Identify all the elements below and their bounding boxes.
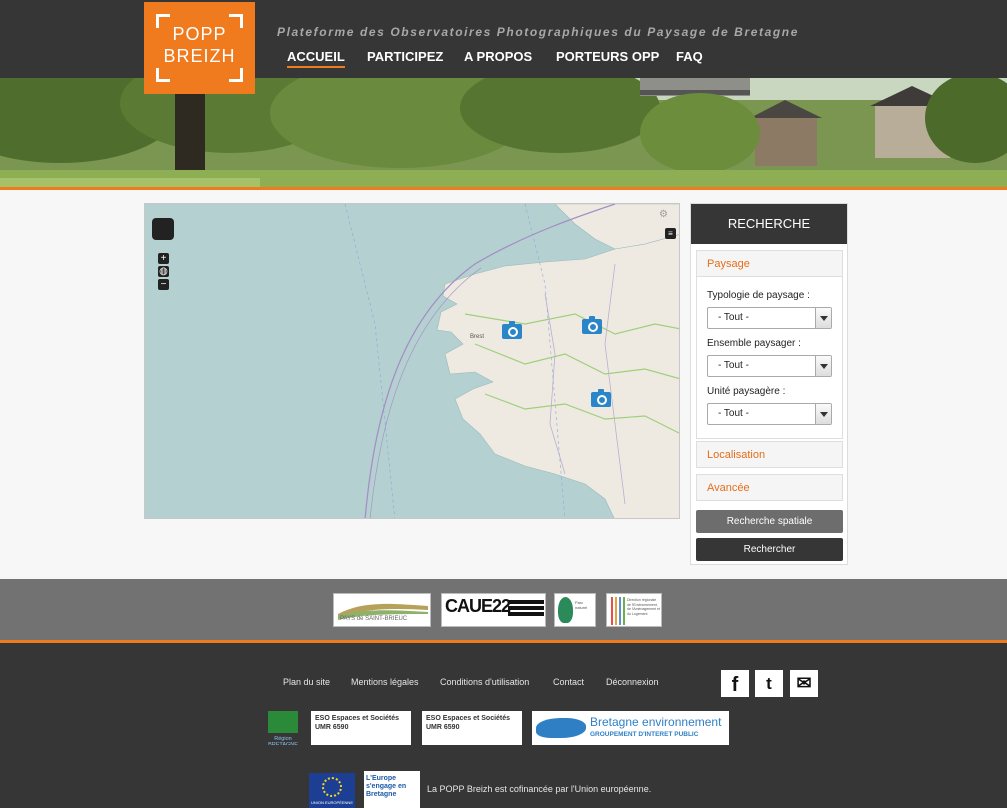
eu-stars-icon — [322, 777, 342, 797]
site-header: POPP BREIZH Plateforme des Observatoires… — [0, 0, 1007, 94]
dreal-emblem — [611, 597, 625, 625]
caue22-logo[interactable]: CAUE22 — [441, 593, 546, 627]
search-button[interactable]: Rechercher — [696, 538, 843, 561]
region-bretagne-text: Région BRETAGNE — [268, 736, 298, 745]
chevron-down-icon — [815, 404, 831, 424]
accordion-avancee[interactable]: Avancée — [696, 474, 843, 501]
photo-marker[interactable] — [591, 389, 611, 407]
site-tagline: Plateforme des Observatoires Photographi… — [277, 25, 799, 39]
caue22-text: CAUE22 — [445, 596, 511, 616]
logo-corner — [229, 68, 243, 82]
facebook-icon[interactable]: f — [721, 670, 749, 697]
eu-flag-logo[interactable]: UNION EUROPÉENNE — [309, 773, 355, 808]
eso-logo-1[interactable]: ESO Espaces et Sociétés UMR 6590 — [311, 711, 411, 745]
pays-saint-brieuc-logo[interactable]: PAYS de SAINT-BRIEUC — [333, 593, 431, 627]
spatial-search-button[interactable]: Recherche spatiale — [696, 510, 843, 533]
landscape-photo — [0, 78, 1007, 188]
cofinancement-text: La POPP Breizh est cofinancée par l'Unio… — [427, 784, 652, 794]
landscape-banner — [0, 78, 1007, 188]
settings-icon[interactable]: ⚙ — [659, 209, 668, 220]
basemap — [344, 204, 679, 518]
ensemble-select[interactable]: - Tout - — [707, 355, 832, 377]
pays-saint-brieuc-graphic — [338, 603, 428, 620]
parc-naturel-text: Parc naturel — [575, 600, 588, 610]
europe-engage-logo[interactable]: L'Europe s'engage en Bretagne — [364, 771, 420, 808]
parc-naturel-emblem — [558, 597, 573, 623]
nav-faq[interactable]: FAQ — [676, 49, 703, 64]
nav-a-propos[interactable]: A PROPOS — [464, 49, 532, 64]
caue22-stripe — [508, 606, 544, 610]
typologie-label: Typologie de paysage : — [707, 290, 810, 301]
banner-accent-line — [0, 187, 1007, 190]
ensemble-label: Ensemble paysager : — [707, 338, 801, 349]
eu-label: UNION EUROPÉENNE — [310, 800, 353, 805]
accordion-paysage[interactable]: Paysage — [696, 250, 843, 277]
footer-link-deconnexion[interactable]: Déconnexion — [606, 677, 659, 687]
pan-control[interactable] — [152, 218, 174, 240]
logo-text-line1: POPP — [172, 24, 227, 44]
mail-icon[interactable]: ✉ — [790, 670, 818, 697]
caue22-stripe — [508, 612, 544, 616]
chevron-down-icon — [815, 356, 831, 376]
partners-strip: PAYS de SAINT-BRIEUC CAUE22 Parc naturel… — [0, 579, 1007, 641]
globe-icon[interactable]: ◍ — [158, 266, 169, 277]
footer-link-mentions[interactable]: Mentions légales — [351, 677, 419, 687]
dreal-logo[interactable]: Direction régionale de l'Environnement, … — [606, 593, 662, 627]
site-footer: Plan du site Mentions légales Conditions… — [0, 643, 1007, 808]
map-view[interactable]: + ◍ − ≡ ⚙ Brest — [144, 203, 680, 519]
bretagne-map-emblem — [536, 718, 586, 738]
photo-marker[interactable] — [502, 321, 522, 339]
logo-text-line2: BREIZH — [163, 46, 236, 66]
twitter-icon[interactable]: t — [755, 670, 783, 697]
zoom-out-button[interactable]: − — [158, 279, 169, 290]
bretagne-environnement-logo[interactable]: Bretagne environnement GROUPEMENT D'INTE… — [532, 711, 729, 745]
eso-text-2: ESO Espaces et Sociétés UMR 6590 — [426, 715, 511, 731]
search-panel-title: RECHERCHE — [691, 204, 847, 244]
caue22-stripe — [508, 600, 544, 604]
dreal-text: Direction régionale de l'Environnement, … — [627, 598, 660, 616]
footer-link-contact[interactable]: Contact — [553, 677, 584, 687]
unite-value: - Tout - — [718, 408, 749, 419]
nav-porteurs-opp[interactable]: PORTEURS OPP — [556, 49, 659, 64]
europe-engage-text: L'Europe s'engage en Bretagne — [366, 775, 407, 798]
parc-naturel-logo[interactable]: Parc naturel — [554, 593, 596, 627]
logo-corner — [156, 68, 170, 82]
unite-label: Unité paysagère : — [707, 386, 786, 397]
photo-marker[interactable] — [582, 316, 602, 334]
paysage-filters: Typologie de paysage : - Tout - Ensemble… — [696, 277, 843, 439]
chevron-down-icon — [815, 308, 831, 328]
nav-participez[interactable]: PARTICIPEZ — [367, 49, 443, 64]
eso-logo-2[interactable]: ESO Espaces et Sociétés UMR 6590 — [422, 711, 522, 745]
nav-accueil[interactable]: ACCUEIL — [287, 49, 345, 68]
region-bretagne-emblem — [268, 711, 298, 733]
map-city-label: Brest — [470, 334, 485, 340]
typologie-select[interactable]: - Tout - — [707, 307, 832, 329]
pays-saint-brieuc-text: PAYS de SAINT-BRIEUC — [340, 616, 408, 622]
bretagne-env-title: Bretagne environnement — [590, 715, 722, 729]
search-panel: RECHERCHE Paysage Typologie de paysage :… — [690, 203, 848, 565]
eso-text-1: ESO Espaces et Sociétés UMR 6590 — [315, 715, 400, 731]
accordion-localisation[interactable]: Localisation — [696, 441, 843, 468]
footer-link-plan[interactable]: Plan du site — [283, 677, 330, 687]
region-bretagne-logo[interactable]: Région BRETAGNE — [264, 711, 302, 745]
footer-link-conditions[interactable]: Conditions d'utilisation — [440, 677, 529, 687]
layers-icon[interactable]: ≡ — [665, 228, 676, 239]
popp-breizh-logo[interactable]: POPP BREIZH — [144, 2, 255, 94]
bretagne-env-subtitle: GROUPEMENT D'INTERET PUBLIC — [590, 731, 699, 738]
zoom-in-button[interactable]: + — [158, 253, 169, 264]
ensemble-value: - Tout - — [718, 360, 749, 371]
unite-select[interactable]: - Tout - — [707, 403, 832, 425]
typologie-value: - Tout - — [718, 312, 749, 323]
